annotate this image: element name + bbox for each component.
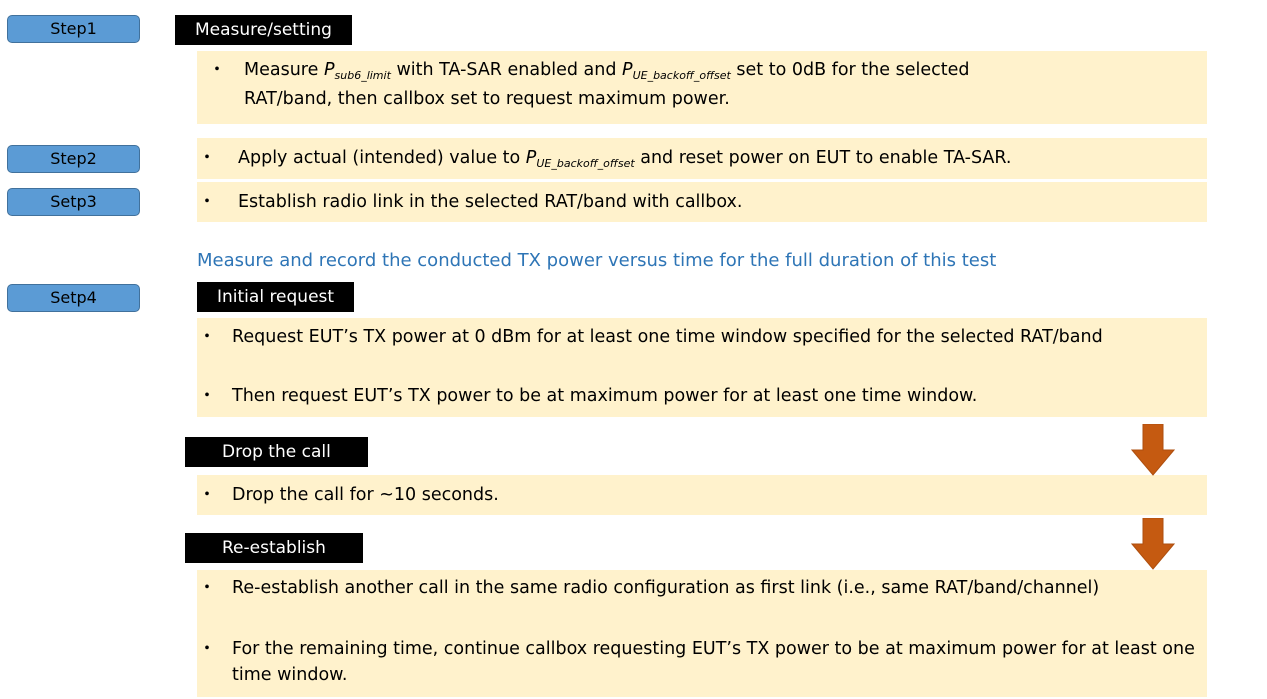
bullet: ・ [198, 192, 216, 212]
down-arrow-icon [1131, 518, 1175, 570]
step1-text-line2: RAT/band, then callbox set to request ma… [244, 89, 730, 109]
initial-request-box: ・ Request EUT’s TX power at 0 dBm for at… [197, 318, 1207, 417]
reestablish-tag: Re-establish [185, 533, 363, 563]
measure-caption: Measure and record the conducted TX powe… [197, 250, 997, 271]
step3-text: Establish radio link in the selected RAT… [238, 192, 743, 212]
step1-box: ・ Measure Psub6_limit with TA-SAR enable… [197, 51, 1207, 124]
reestablish-item-2: For the remaining time, continue callbox… [232, 639, 1195, 685]
drop-call-box: ・ Drop the call for ~10 seconds. [197, 475, 1207, 515]
bullet: ・ [198, 386, 216, 406]
step4-button[interactable]: Setp4 [7, 284, 140, 312]
step2-text: Apply actual (intended) value to PUE_bac… [238, 148, 1012, 170]
step1-text: Measure Psub6_limit with TA-SAR enabled … [244, 60, 970, 82]
initial-item-1: Request EUT’s TX power at 0 dBm for at l… [232, 327, 1103, 347]
step2-button[interactable]: Step2 [7, 145, 140, 173]
bullet: ・ [198, 148, 216, 168]
bullet: ・ [198, 578, 216, 598]
bullet: ・ [198, 485, 216, 505]
initial-item-2: Then request EUT’s TX power to be at max… [232, 386, 978, 406]
step3-button[interactable]: Setp3 [7, 188, 140, 216]
step3-box: ・ Establish radio link in the selected R… [197, 182, 1207, 222]
down-arrow-icon [1131, 424, 1175, 476]
reestablish-box: ・ Re-establish another call in the same … [197, 570, 1207, 697]
bullet: ・ [198, 327, 216, 347]
initial-request-tag: Initial request [197, 282, 355, 312]
bullet: ・ [198, 639, 216, 659]
step1-button[interactable]: Step1 [7, 15, 140, 43]
bullet: ・ [208, 60, 226, 80]
drop-call-tag: Drop the call [185, 437, 368, 467]
step2-box: ・ Apply actual (intended) value to PUE_b… [197, 138, 1207, 179]
reestablish-item-1: Re-establish another call in the same ra… [232, 578, 1100, 598]
measure-setting-tag: Measure/setting [175, 15, 352, 45]
drop-call-item: Drop the call for ~10 seconds. [232, 485, 499, 505]
